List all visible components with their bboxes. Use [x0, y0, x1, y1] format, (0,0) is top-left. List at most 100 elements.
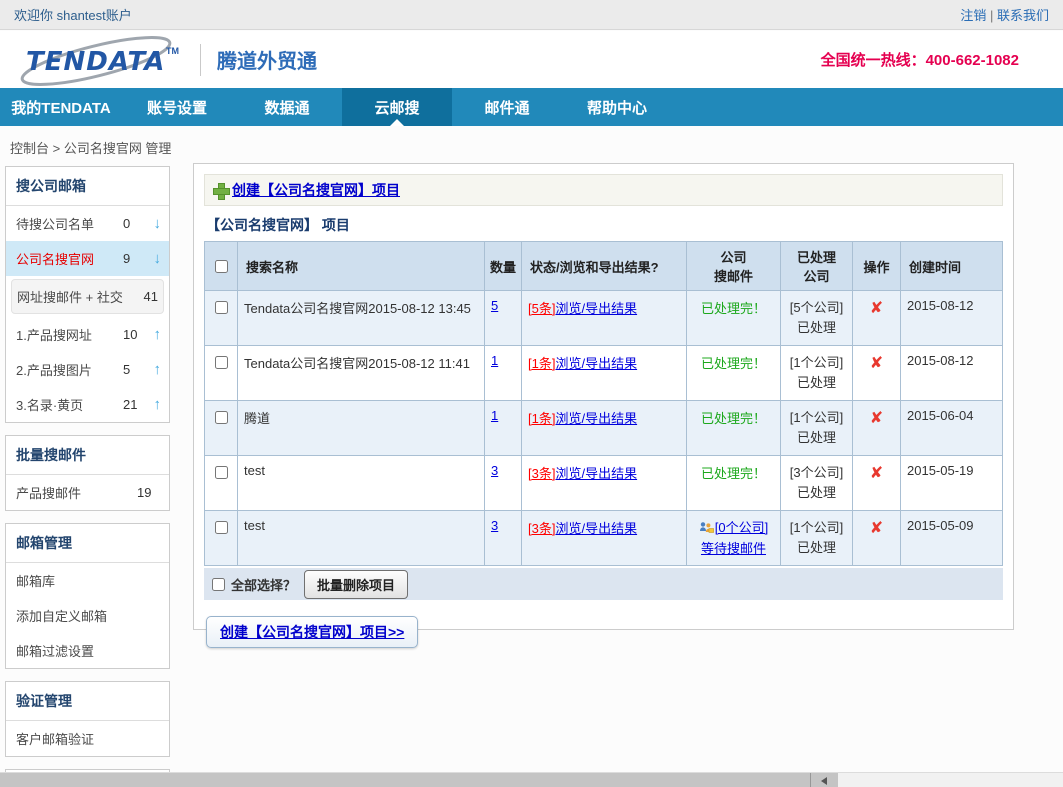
email-status-waiting: [0个公司] 等待搜邮件 [693, 518, 774, 558]
nav-tab-2[interactable]: 账号设置 [122, 88, 232, 126]
sidebar-section-title: 搜公司邮箱 [6, 167, 169, 206]
row-checkbox[interactable] [215, 411, 228, 424]
sidebar-item[interactable]: 3.名录·黄页21↑ [6, 387, 169, 422]
header-separator [200, 44, 201, 76]
result-count-link[interactable]: 1 [491, 353, 498, 368]
row-checkbox-cell [205, 456, 238, 511]
sidebar-item[interactable]: 添加自定义邮箱 [6, 598, 169, 633]
logout-link[interactable]: 注销 [960, 8, 986, 23]
row-created-cell: 2015-08-12 [901, 346, 1003, 401]
row-processed-cell: [3个公司]已处理 [781, 456, 853, 511]
result-count-link[interactable]: 3 [491, 463, 498, 478]
column-header: 数量 [485, 242, 522, 291]
browse-export-link[interactable]: [3条]浏览/导出结果 [528, 521, 637, 536]
nav-tab-4[interactable]: 云邮搜 [342, 88, 452, 126]
welcome-text: 欢迎你 shantest账户 [14, 5, 132, 24]
processed-label: 已处理 [787, 373, 846, 393]
browse-export-link[interactable]: [1条]浏览/导出结果 [528, 411, 637, 426]
delete-x-icon[interactable]: ✘ [870, 410, 883, 427]
create-project-link[interactable]: 创建【公司名搜官网】项目 [232, 180, 400, 200]
processed-label: 已处理 [787, 483, 846, 503]
tendata-logo[interactable]: TENDATA TM [14, 34, 192, 86]
row-checkbox[interactable] [215, 466, 228, 479]
delete-x-icon[interactable]: ✘ [870, 355, 883, 372]
browse-export-link[interactable]: [3条]浏览/导出结果 [528, 466, 637, 481]
sidebar-item-count: 0 [123, 216, 147, 231]
email-status-done: 已处理完！ [701, 301, 766, 316]
nav-tab-label: 数据通 [264, 97, 309, 118]
sidebar-item-count: 21 [123, 397, 147, 412]
row-name-cell: 腾道 [238, 401, 485, 456]
row-status-cell: [1条]浏览/导出结果 [522, 401, 687, 456]
row-company-email-cell: [0个公司] 等待搜邮件 [687, 511, 781, 566]
select-all-checkbox[interactable] [212, 578, 225, 591]
table-footer: 全部选择？ 批量删除项目 [204, 568, 1003, 600]
status-count: [5条] [528, 301, 555, 316]
scrollbar-arrow-icon [821, 777, 827, 785]
main-panel: 创建【公司名搜官网】项目 【公司名搜官网】 项目 搜索名称数量状态/浏览和导出结… [193, 163, 1014, 630]
contact-us-link[interactable]: 联系我们 [997, 8, 1049, 23]
result-count-link[interactable]: 5 [491, 298, 498, 313]
sidebar-section: 邮箱管理邮箱库添加自定义邮箱邮箱过滤设置 [5, 523, 170, 669]
waiting-count-link[interactable]: [0个公司] [715, 520, 768, 535]
search-email-icon [699, 520, 714, 539]
plus-icon [213, 183, 228, 198]
header-select-checkbox[interactable] [215, 260, 228, 273]
scrollbar-arrow-button[interactable] [810, 773, 838, 787]
processed-label: 已处理 [787, 428, 846, 448]
row-count-cell: 1 [485, 346, 522, 401]
sidebar-item[interactable]: 客户邮箱验证 [6, 721, 169, 756]
browse-export-link[interactable]: [5条]浏览/导出结果 [528, 301, 637, 316]
nav-tab-5[interactable]: 邮件通 [452, 88, 562, 126]
row-created-cell: 2015-06-04 [901, 401, 1003, 456]
sidebar-section-title: 批量搜邮件 [6, 436, 169, 475]
table-header-row: 搜索名称数量状态/浏览和导出结果?公司 搜邮件已处理 公司操作创建时间 [205, 242, 1003, 291]
nav-tab-1[interactable]: 我的TENDATA [0, 88, 122, 126]
table-title: 【公司名搜官网】 项目 [206, 215, 1003, 235]
row-checkbox[interactable] [215, 521, 228, 534]
row-checkbox-cell [205, 346, 238, 401]
browse-export-link[interactable]: [1条]浏览/导出结果 [528, 356, 637, 371]
row-checkbox[interactable] [215, 356, 228, 369]
header-checkbox-cell [205, 242, 238, 291]
delete-x-icon[interactable]: ✘ [870, 465, 883, 482]
sidebar-item-label: 客户邮箱验证 [16, 729, 161, 748]
sidebar-item-count: 19 [137, 485, 161, 500]
sidebar-item[interactable]: 待搜公司名单0↓ [6, 206, 169, 241]
delete-x-icon[interactable]: ✘ [870, 520, 883, 537]
sidebar-item[interactable]: 产品搜邮件19 [6, 475, 169, 510]
sidebar-item-label: 产品搜邮件 [16, 483, 137, 502]
waiting-label-link[interactable]: 等待搜邮件 [701, 541, 766, 556]
row-count-cell: 1 [485, 401, 522, 456]
row-checkbox-cell [205, 511, 238, 566]
row-name-cell: test [238, 511, 485, 566]
sidebar-section: 搜公司邮箱待搜公司名单0↓公司名搜官网9↓网址搜邮件 + 社交411.产品搜网址… [5, 166, 170, 423]
sidebar-section-title: 邮箱管理 [6, 524, 169, 563]
create-project-button[interactable]: 创建【公司名搜官网】项目>> [206, 616, 418, 648]
row-action-cell: ✘ [853, 346, 901, 401]
sidebar-item[interactable]: 邮箱过滤设置 [6, 633, 169, 668]
sidebar-item[interactable]: 2.产品搜图片5↑ [6, 352, 169, 387]
result-count-link[interactable]: 3 [491, 518, 498, 533]
sidebar-item[interactable]: 1.产品搜网址10↑ [6, 317, 169, 352]
result-count-link[interactable]: 1 [491, 408, 498, 423]
nav-tab-3[interactable]: 数据通 [232, 88, 342, 126]
status-label: 浏览/导出结果 [555, 411, 637, 426]
row-checkbox[interactable] [215, 301, 228, 314]
sidebar-section: 验证管理客户邮箱验证 [5, 681, 170, 757]
scrollbar-thumb[interactable] [0, 773, 810, 787]
row-processed-cell: [5个公司]已处理 [781, 291, 853, 346]
sidebar-item[interactable]: 网址搜邮件 + 社交41 [11, 279, 164, 314]
arrow-up-icon: ↑ [147, 326, 161, 343]
breadcrumb[interactable]: 控制台 > 公司名搜官网 管理 [10, 138, 171, 157]
row-processed-cell: [1个公司]已处理 [781, 511, 853, 566]
nav-tab-6[interactable]: 帮助中心 [562, 88, 672, 126]
batch-delete-button[interactable]: 批量删除项目 [304, 570, 408, 599]
row-company-email-cell: 已处理完！ [687, 291, 781, 346]
row-count-cell: 3 [485, 456, 522, 511]
status-count: [3条] [528, 521, 555, 536]
sidebar-item[interactable]: 邮箱库 [6, 563, 169, 598]
delete-x-icon[interactable]: ✘ [870, 300, 883, 317]
horizontal-scrollbar[interactable] [0, 772, 1063, 787]
sidebar-item[interactable]: 公司名搜官网9↓ [6, 241, 169, 276]
